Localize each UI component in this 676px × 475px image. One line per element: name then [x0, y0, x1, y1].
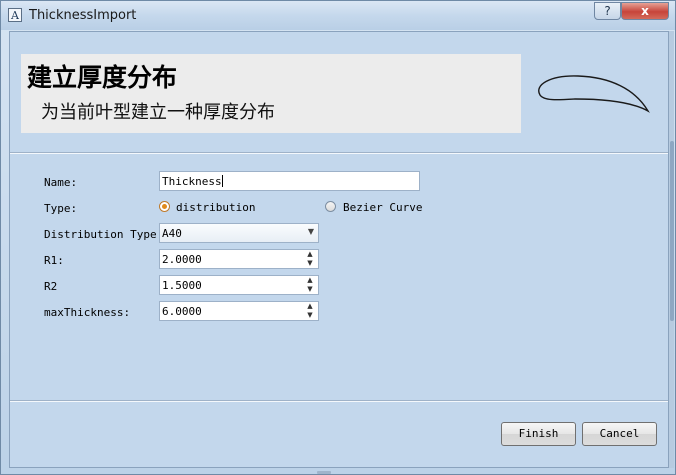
airfoil-icon — [538, 75, 650, 113]
spin-arrows-icon[interactable]: ▲ ▼ — [305, 276, 315, 294]
dialog-client: 建立厚度分布 为当前叶型建立一种厚度分布 Name: Thickness Typ… — [9, 31, 669, 468]
r1-label: R1: — [44, 254, 64, 267]
dialog-window: A ThicknessImport ? x 建立厚度分布 为当前叶型建立一种厚度… — [0, 0, 676, 475]
type-label: Type: — [44, 202, 78, 215]
r2-label: R2 — [44, 280, 58, 293]
cancel-button[interactable]: Cancel — [582, 422, 657, 446]
distribution-type-select[interactable]: A40 ▼ — [159, 223, 319, 243]
text-caret — [221, 175, 223, 187]
window-title: ThicknessImport — [29, 8, 137, 23]
max-thickness-label: maxThickness: — [44, 306, 131, 319]
header-title: 建立厚度分布 — [27, 63, 178, 92]
title-bar[interactable]: A ThicknessImport ? x — [1, 1, 675, 30]
radio-bezier-curve[interactable] — [325, 201, 336, 212]
help-button[interactable]: ? — [594, 2, 621, 20]
radio-bezier-curve-label[interactable]: Bezier Curve — [343, 201, 422, 214]
name-input[interactable]: Thickness — [159, 171, 420, 191]
chevron-down-icon: ▼ — [307, 227, 314, 236]
max-thickness-value: 6.0000 — [162, 305, 202, 318]
spin-arrows-icon[interactable]: ▲ ▼ — [305, 302, 315, 320]
spin-arrows-icon[interactable]: ▲ ▼ — [305, 250, 315, 268]
r1-value: 2.0000 — [162, 253, 202, 266]
max-thickness-spinbox[interactable]: 6.0000 ▲ ▼ — [159, 301, 319, 321]
radio-distribution[interactable] — [159, 201, 170, 212]
app-icon: A — [8, 8, 22, 22]
r1-spinbox[interactable]: 2.0000 ▲ ▼ — [159, 249, 319, 269]
header-subtitle: 为当前叶型建立一种厚度分布 — [41, 102, 275, 123]
wizard-header: 建立厚度分布 为当前叶型建立一种厚度分布 — [10, 32, 668, 150]
distribution-type-value: A40 — [162, 227, 182, 240]
resize-grip[interactable] — [317, 471, 331, 474]
header-text-box: 建立厚度分布 为当前叶型建立一种厚度分布 — [21, 54, 521, 133]
name-input-value: Thickness — [162, 175, 222, 188]
footer-divider — [10, 400, 668, 402]
r2-spinbox[interactable]: 1.5000 ▲ ▼ — [159, 275, 319, 295]
close-button[interactable]: x — [621, 2, 669, 20]
header-divider — [10, 152, 668, 154]
name-label: Name: — [44, 176, 78, 189]
distribution-type-label: Distribution Type: — [44, 228, 164, 241]
radio-distribution-label[interactable]: distribution — [176, 201, 255, 214]
window-edge-thumb — [670, 141, 674, 321]
finish-button[interactable]: Finish — [501, 422, 576, 446]
r2-value: 1.5000 — [162, 279, 202, 292]
